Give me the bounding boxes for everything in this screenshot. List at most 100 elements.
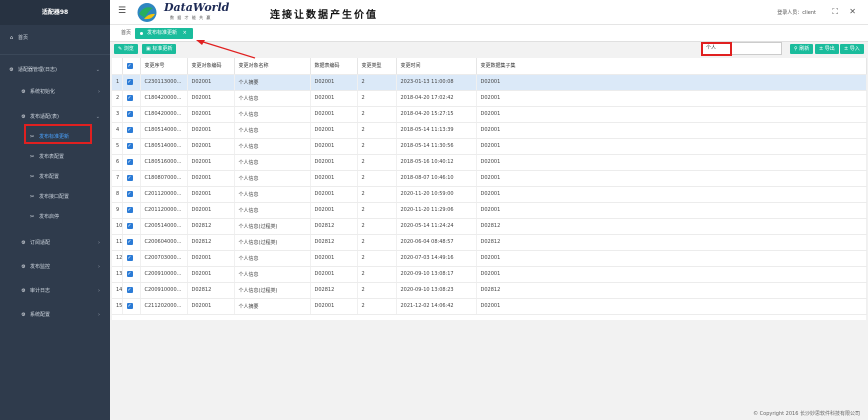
row-number: 2 [112,90,123,107]
cell-table-code: D02001 [310,250,358,267]
cell-object-code: D02001 [187,106,235,123]
cell-object-code: D02001 [187,138,235,155]
row-checkbox[interactable]: ✓ [122,298,141,315]
sidebar-item-subscribe[interactable]: ⚙ 订阅适配 › [0,231,110,255]
refresh-button[interactable]: ⚲ 刷新 [790,44,814,54]
row-number: 14 [112,282,123,299]
slogan: 连接让数据产生价值 [270,10,378,21]
standard-update-button[interactable]: ▣ 标准更新 [142,44,177,54]
table-row[interactable]: 8 ✓ C201120000... D02001 个人信息 D02001 2 2020-11-… [112,186,867,203]
sidebar-item-adapter-manage[interactable]: ⚙ 适配器管理(日志) ⌄ [0,61,110,80]
sidebar-subitem-interface-config[interactable]: ✂ 发布接口配置 [0,187,110,207]
cell-dataset-subset: D02001 [476,298,867,315]
sidebar-item-audit[interactable]: ⚙ 审计日志 › [0,279,110,303]
cell-object-name: 个人信息 [234,138,311,155]
sidebar-subitem-start-stop[interactable]: ✂ 发布启停 [0,207,110,227]
chevron-down-icon: ⌄ [95,114,100,120]
table-row[interactable]: 4 ✓ C180514000... D02001 个人信息 D02001 2 2018-05-… [112,122,867,139]
column-header[interactable]: 变更序号 [140,58,188,75]
row-checkbox[interactable]: ✓ [122,266,141,283]
table-row[interactable]: 6 ✓ C180516000... D02001 个人信息 D02001 2 2018-05-… [112,154,867,171]
row-checkbox[interactable]: ✓ [122,138,141,155]
row-checkbox[interactable]: ✓ [122,186,141,203]
sidebar-item-system-init[interactable]: ⚙ 系统初始化 › [0,83,110,102]
logo-subtitle: 数 据 才 能 共 赢 [170,15,212,20]
row-number: 6 [112,154,123,171]
cell-table-code: D02812 [310,218,358,235]
checkbox-icon: ✓ [126,255,133,261]
sidebar-subitem-table-config[interactable]: ✂ 发布表配置 [0,147,110,167]
checkbox-icon: ✓ [126,95,133,101]
table-row[interactable]: 12 ✓ C200703000... D02001 个人信息 D02001 2 2020-07… [112,250,867,267]
cell-change-seq: C180420000... [140,90,188,107]
close-icon[interactable]: × [183,30,187,36]
row-checkbox[interactable]: ✓ [122,154,141,171]
import-button[interactable]: ± 导入 [840,44,864,54]
row-checkbox[interactable]: ✓ [122,170,141,187]
table-row[interactable]: 13 ✓ C200910000... D02001 个人信息 D02001 2 2020-09… [112,266,867,283]
checkbox-icon: ✓ [126,207,133,213]
cell-change-type: 2 [357,122,397,139]
table-row[interactable]: 5 ✓ C180514000... D02001 个人信息 D02001 2 2018-05-… [112,138,867,155]
table-row[interactable]: 3 ✓ C180420000... D02001 个人信息 D02001 2 2018-04-… [112,106,867,123]
cell-change-seq: C200703000... [140,250,188,267]
row-checkbox[interactable]: ✓ [122,74,141,91]
table-row[interactable]: 7 ✓ C180807000... D02001 个人信息 D02001 2 2018-08-… [112,170,867,187]
highlight-box [701,42,732,56]
row-checkbox[interactable]: ✓ [122,218,141,235]
cell-dataset-subset: D02001 [476,106,867,123]
cell-object-code: D02001 [187,122,235,139]
row-number: 7 [112,170,123,187]
sidebar-item-monitor[interactable]: ⚙ 发布监控 › [0,255,110,279]
browse-button[interactable]: ✎ 浏览 [114,44,138,54]
cell-change-time: 2020-06-04 08:48:57 [396,234,477,251]
row-number: 10 [112,218,123,235]
column-header[interactable]: 变更数据集子集 [476,58,867,75]
cell-change-seq: C200514000... [140,218,188,235]
column-header[interactable]: 变更对象编码 [187,58,235,75]
table-row[interactable]: 15 ✓ C211202000... D02001 个人摘要 D02001 2 2021-12… [112,298,867,315]
tab-home[interactable]: 首页 [116,28,136,39]
cell-object-name: 个人摘要 [234,298,311,315]
table-row[interactable]: 1 ✓ C230113000... D02001 个人摘要 D02001 2 2023-01-… [112,74,867,91]
tab-standard-update[interactable]: 发布标准更新 × [135,28,193,39]
row-checkbox[interactable]: ✓ [122,234,141,251]
cell-change-seq: C180420000... [140,106,188,123]
row-checkbox[interactable]: ✓ [122,202,141,219]
row-checkbox[interactable]: ✓ [122,106,141,123]
table-row[interactable]: 10 ✓ C200514000... D02812 个人信息(过程类) D02812 2 20… [112,218,867,235]
gear-icon: ⚙ [21,89,26,95]
checkbox-icon: ✓ [126,175,133,181]
divider [0,54,110,55]
menu-toggle-icon[interactable]: ☰ [118,7,126,16]
table-row[interactable]: 9 ✓ C201120000... D02001 个人信息 D02001 2 2020-11-… [112,202,867,219]
select-all-checkbox[interactable]: ✓ [122,58,141,75]
cell-change-time: 2018-05-14 11:13:39 [396,122,477,139]
table-row[interactable]: 2 ✓ C180420000... D02001 个人信息 D02001 2 2018-04-… [112,90,867,107]
close-icon[interactable]: ✕ [849,7,856,16]
table-row[interactable]: 11 ✓ C200604000... D02812 个人信息(过程类) D02812 2 20… [112,234,867,251]
column-header[interactable]: 变更类型 [357,58,397,75]
sidebar-subitem-publish-config[interactable]: ✂ 发布配置 [0,167,110,187]
column-header[interactable]: 数据表编码 [310,58,358,75]
table-row[interactable]: 14 ✓ C200910000... D02812 个人信息(过程类) D02812 2 20… [112,282,867,299]
row-checkbox[interactable]: ✓ [122,250,141,267]
sidebar-item-label: 首页 [18,35,29,41]
export-button[interactable]: ± 导出 [815,44,839,54]
row-checkbox[interactable]: ✓ [122,282,141,299]
column-header[interactable]: 变更对象名称 [234,58,311,75]
row-checkbox[interactable]: ✓ [122,122,141,139]
row-checkbox[interactable]: ✓ [122,90,141,107]
cell-object-code: D02001 [187,90,235,107]
sidebar-item-system-config[interactable]: ⚙ 系统配置 › [0,303,110,327]
fullscreen-icon[interactable]: ⛶ [832,7,838,16]
data-table: ✓ 变更序号 变更对象编码 变更对象名称 数据表编码 变更类型 变更时间 变更数… [112,58,867,320]
cell-table-code: D02812 [310,234,358,251]
sidebar-item-label: 系统初始化 [30,89,56,95]
cell-change-time: 2020-07-03 14:49:16 [396,250,477,267]
checkbox-icon: ✓ [126,271,133,277]
cell-change-seq: C200910000... [140,266,188,283]
row-number: 3 [112,106,123,123]
column-header[interactable]: 变更时间 [396,58,477,75]
sidebar-item-home[interactable]: ⌂ 首页 [0,29,110,48]
